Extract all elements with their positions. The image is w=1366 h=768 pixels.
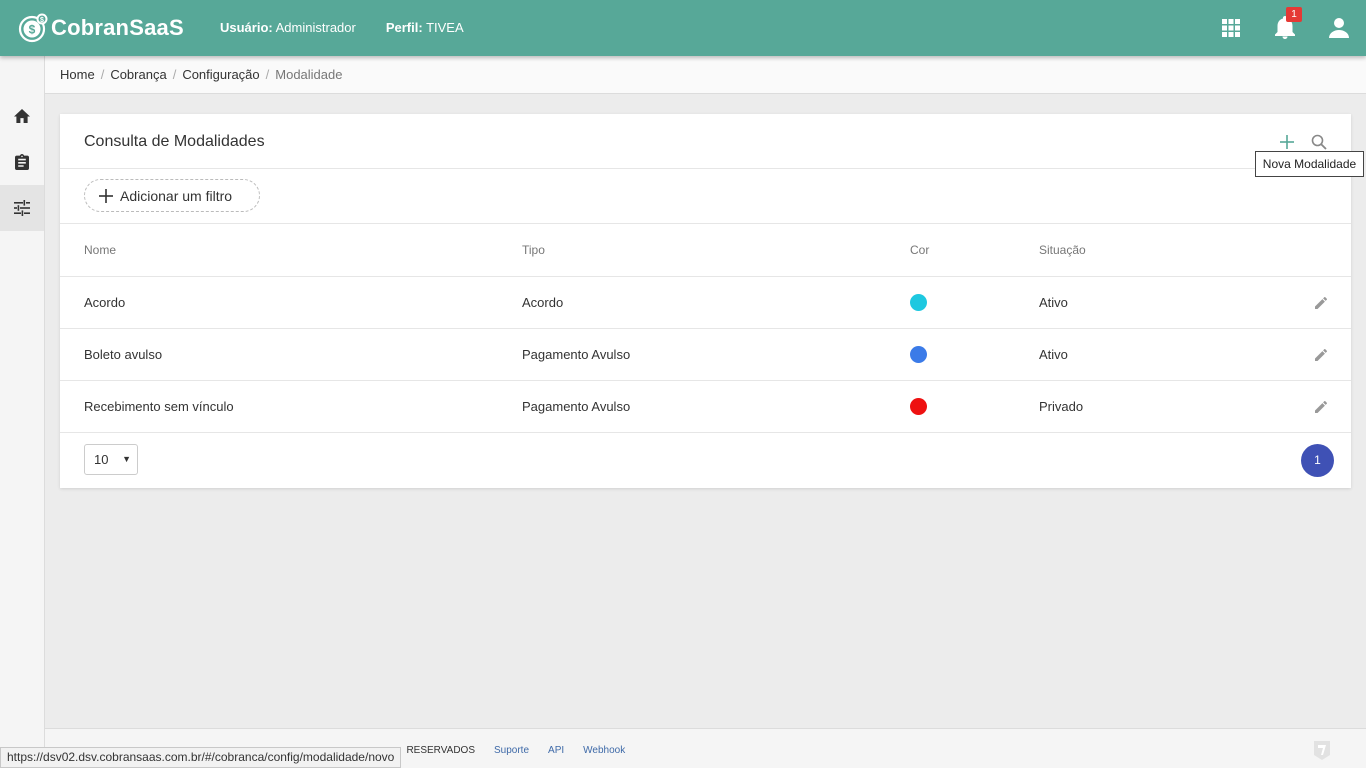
breadcrumb-home[interactable]: Home — [60, 67, 95, 82]
breadcrumb: Home / Cobrança / Configuração / Modalid… — [45, 56, 1366, 94]
modalidades-card: Consulta de Modalidades Adicionar um fil… — [60, 114, 1351, 488]
cell-situacao: Ativo — [1039, 347, 1068, 362]
add-filter-button[interactable]: Adicionar um filtro — [84, 179, 260, 212]
column-header-tipo[interactable]: Tipo — [522, 243, 545, 257]
profile-value: TIVEA — [426, 20, 464, 35]
sidebar — [0, 56, 45, 768]
column-header-situacao[interactable]: Situação — [1039, 243, 1086, 257]
card-header: Consulta de Modalidades — [60, 114, 1351, 169]
table-row[interactable]: Boleto avulso Pagamento Avulso Ativo — [60, 329, 1351, 381]
user-label: Usuário: — [220, 20, 273, 35]
sidebar-item-home[interactable] — [0, 93, 44, 139]
page-size-value: 10 — [94, 452, 109, 467]
app-logo[interactable]: $ $ CobranSaaS — [18, 11, 184, 45]
edit-icon[interactable] — [1313, 347, 1329, 363]
profile-field: Perfil: TIVEA — [386, 20, 464, 35]
search-button[interactable] — [1308, 131, 1330, 153]
tooltip-nova-modalidade: Nova Modalidade — [1255, 151, 1364, 177]
color-dot — [910, 294, 927, 311]
edit-icon[interactable] — [1313, 399, 1329, 415]
breadcrumb-modalidade: Modalidade — [275, 67, 343, 82]
notifications-button[interactable]: 1 — [1258, 0, 1312, 56]
cell-nome: Recebimento sem vínculo — [84, 399, 234, 414]
color-dot — [910, 346, 927, 363]
user-value: Administrador — [275, 20, 356, 35]
notification-badge: 1 — [1286, 7, 1302, 22]
breadcrumb-separator: / — [265, 67, 270, 82]
column-header-nome[interactable]: Nome — [84, 243, 116, 257]
plus-icon — [99, 188, 113, 203]
sidebar-item-cobranca[interactable] — [0, 139, 44, 185]
filter-row: Adicionar um filtro — [60, 169, 1351, 224]
brand-logo-icon — [1314, 741, 1330, 760]
top-icons: 1 — [1204, 0, 1366, 56]
table-row[interactable]: Recebimento sem vínculo Pagamento Avulso… — [60, 381, 1351, 433]
apps-grid-icon — [1222, 19, 1240, 37]
footer-copyright: S RESERVADOS. — [405, 745, 475, 756]
cell-tipo: Pagamento Avulso — [522, 399, 631, 414]
status-bar-url: https://dsv02.dsv.cobransaas.com.br/#/co… — [0, 747, 402, 768]
page-button[interactable]: 1 — [1301, 444, 1334, 477]
app-name: CobranSaaS — [51, 15, 184, 40]
breadcrumb-configuracao[interactable]: Configuração — [182, 67, 259, 82]
search-icon — [1311, 134, 1327, 150]
profile-label: Perfil: — [385, 20, 423, 35]
add-modalidade-button[interactable] — [1276, 131, 1298, 153]
top-bar: $ $ CobranSaaS Usuário: Administrador Pe… — [0, 0, 1366, 56]
page-size-select[interactable]: 10 ▼ — [84, 444, 138, 475]
breadcrumb-separator: / — [172, 67, 177, 82]
sidebar-item-configuracao[interactable] — [0, 185, 44, 231]
cell-situacao: Privado — [1039, 399, 1084, 414]
user-info: Usuário: Administrador Perfil: TIVEA — [220, 20, 464, 35]
edit-icon[interactable] — [1313, 295, 1329, 311]
footer-link-suporte[interactable]: Suporte — [494, 745, 529, 756]
breadcrumb-separator: / — [100, 67, 105, 82]
settings-sliders-icon — [14, 200, 30, 216]
caret-down-icon: ▼ — [122, 454, 131, 464]
card-footer: 10 ▼ 1 — [60, 433, 1351, 489]
table-header: Nome Tipo Cor Situação — [60, 224, 1351, 277]
user-menu-button[interactable] — [1312, 0, 1366, 56]
cell-tipo: Pagamento Avulso — [522, 347, 631, 362]
table-row[interactable]: Acordo Acordo Ativo — [60, 277, 1351, 329]
column-header-cor[interactable]: Cor — [910, 243, 929, 257]
home-icon — [14, 109, 30, 123]
footer-link-webhook[interactable]: Webhook — [583, 745, 625, 756]
user-field: Usuário: Administrador — [220, 20, 356, 35]
apps-button[interactable] — [1204, 0, 1258, 56]
logo-icon: $ $ — [18, 13, 48, 43]
clipboard-icon — [15, 154, 29, 170]
user-icon — [1329, 18, 1349, 38]
cell-tipo: Acordo — [522, 295, 564, 310]
svg-text:$: $ — [29, 23, 36, 37]
cell-nome: Boleto avulso — [84, 347, 163, 362]
color-dot — [910, 398, 927, 415]
add-filter-label: Adicionar um filtro — [120, 187, 233, 204]
breadcrumb-cobranca[interactable]: Cobrança — [110, 67, 166, 82]
cell-nome: Acordo — [84, 295, 126, 310]
cell-situacao: Ativo — [1039, 295, 1068, 310]
plus-icon — [1280, 135, 1294, 149]
page-title: Consulta de Modalidades — [84, 133, 265, 150]
footer-link-api[interactable]: API — [548, 745, 564, 756]
svg-text:$: $ — [40, 17, 44, 24]
footer-links: Suporte API Webhook — [494, 745, 625, 756]
